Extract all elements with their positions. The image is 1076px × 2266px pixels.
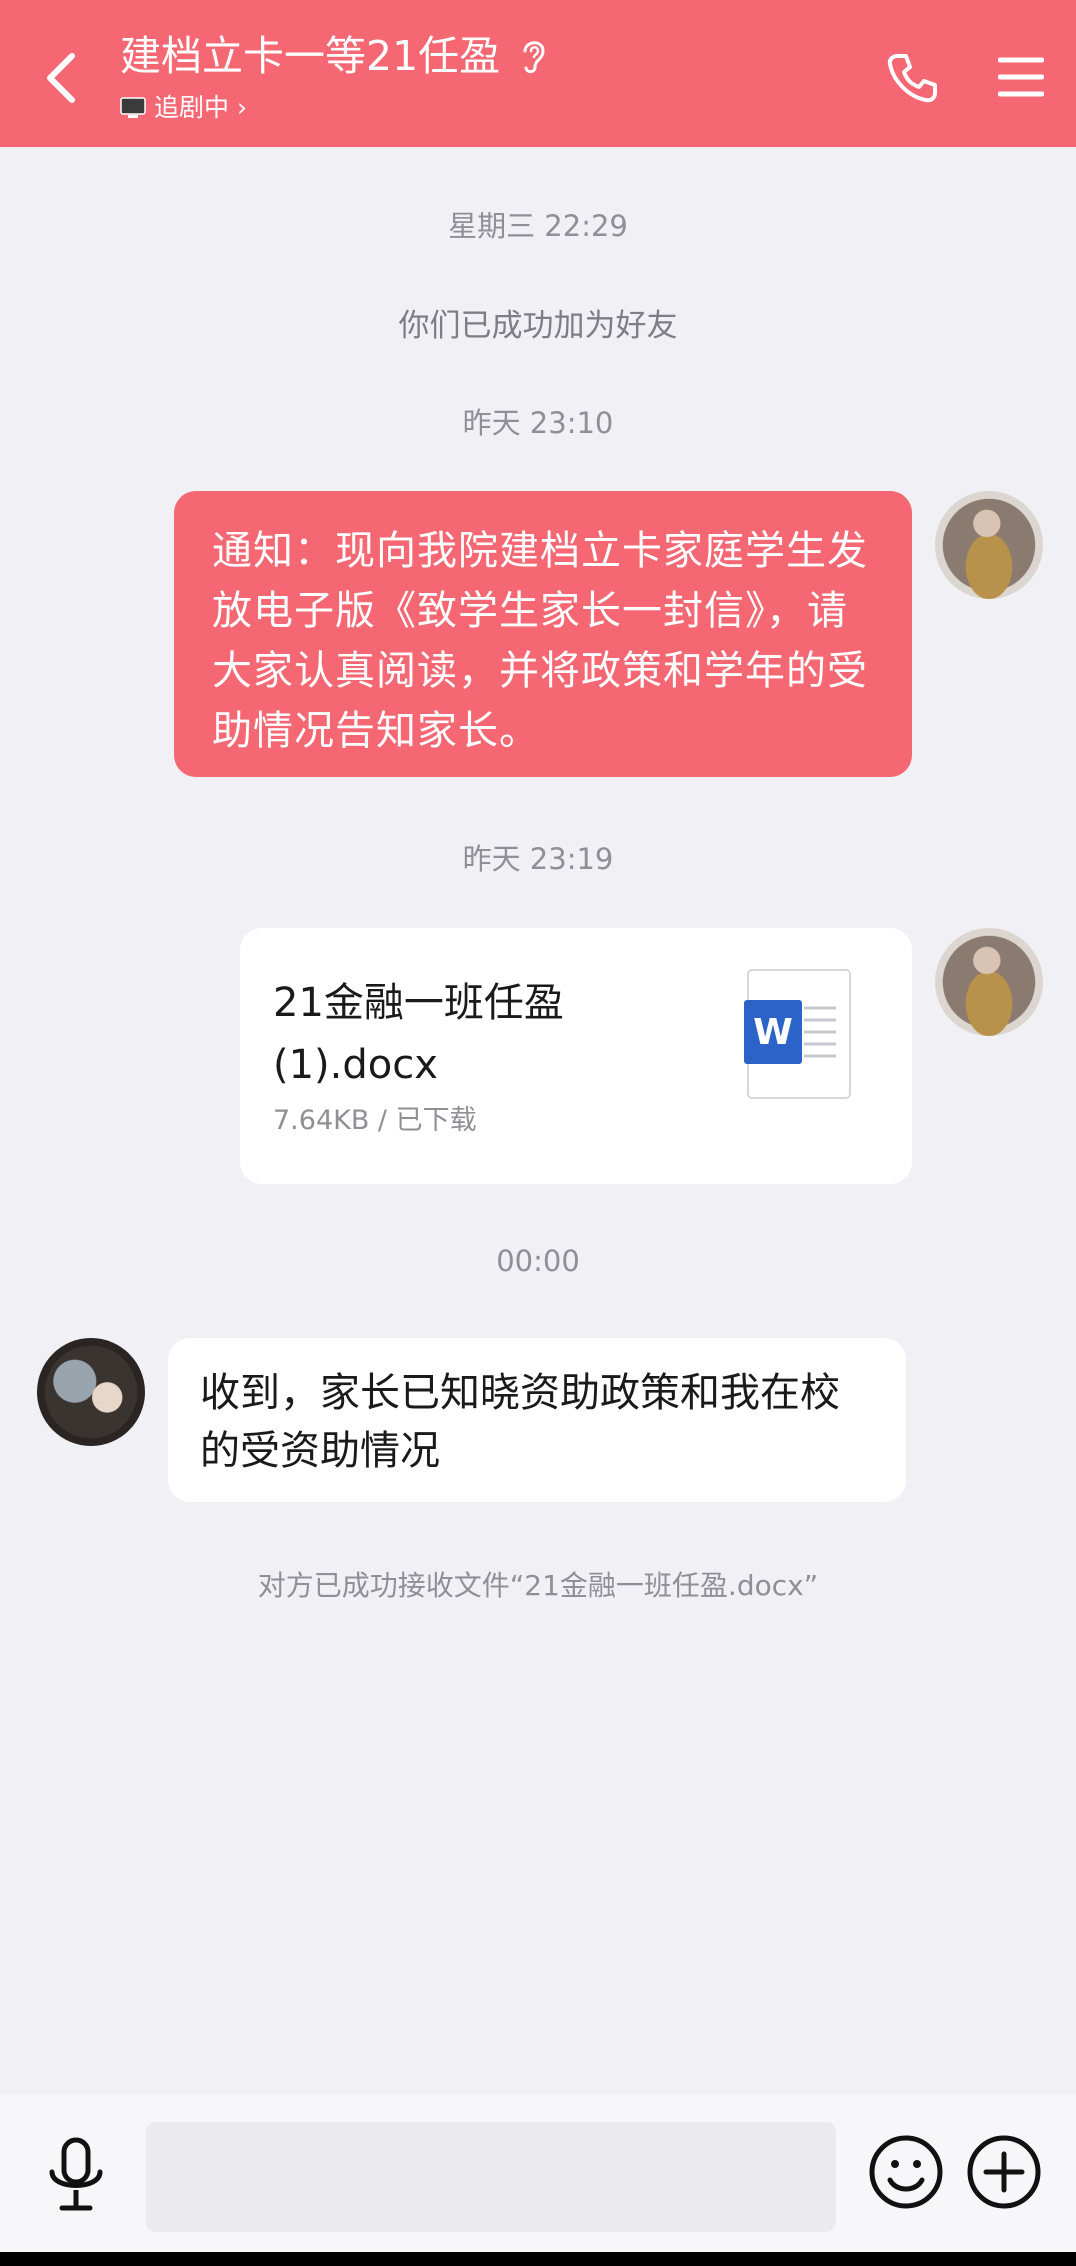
title-area[interactable]: 建档立卡一等21任盈 [120,30,549,82]
microphone-icon[interactable] [44,2136,108,2216]
status-chevron: › [237,93,248,122]
word-doc-icon: W [744,969,851,1099]
chat-title: 建档立卡一等21任盈 [120,32,501,80]
emoji-icon[interactable] [868,2134,944,2210]
status-line[interactable]: 追剧中 › [120,92,247,124]
avatar-self[interactable] [935,491,1043,599]
message-bubble-reply[interactable]: 收到，家长已知晓资助政策和我在校的受资助情况 [168,1338,906,1502]
input-bar [0,2094,1076,2266]
menu-icon[interactable] [998,56,1044,98]
status-text: 追剧中 [154,93,230,122]
system-message-friend-added: 你们已成功加为好友 [398,308,678,344]
svg-text:W: W [753,1012,793,1053]
avatar-contact[interactable] [37,1338,145,1446]
plus-icon[interactable] [966,2134,1042,2210]
timestamp: 星期三 22:29 [448,209,628,243]
system-message-file-received: 对方已成功接收文件“21金融一班任盈.docx” [257,1569,819,1602]
timestamp: 00:00 [496,1244,580,1278]
tv-icon [120,97,146,118]
file-name: 21金融一班任盈(1).docx [273,980,564,1088]
file-message-card[interactable]: 21金融一班任盈(1).docx 7.64KB / 已下载 W [240,928,912,1184]
avatar-self[interactable] [935,928,1043,1036]
message-bubble-notice[interactable]: 通知：现向我院建档立卡家庭学生发放电子版《致学生家长一封信》，请大家认真阅读，并… [174,491,912,777]
chat-header: 建档立卡一等21任盈 追剧中 › [0,0,1076,147]
timestamp: 昨天 23:19 [462,842,614,876]
ear-icon [523,41,545,74]
message-input[interactable] [146,2122,836,2232]
phone-icon[interactable] [884,50,940,106]
file-meta: 7.64KB / 已下载 [273,1105,477,1136]
home-indicator-bar [0,2252,1076,2266]
back-chevron-icon[interactable] [38,48,86,108]
timestamp: 昨天 23:10 [462,406,614,440]
